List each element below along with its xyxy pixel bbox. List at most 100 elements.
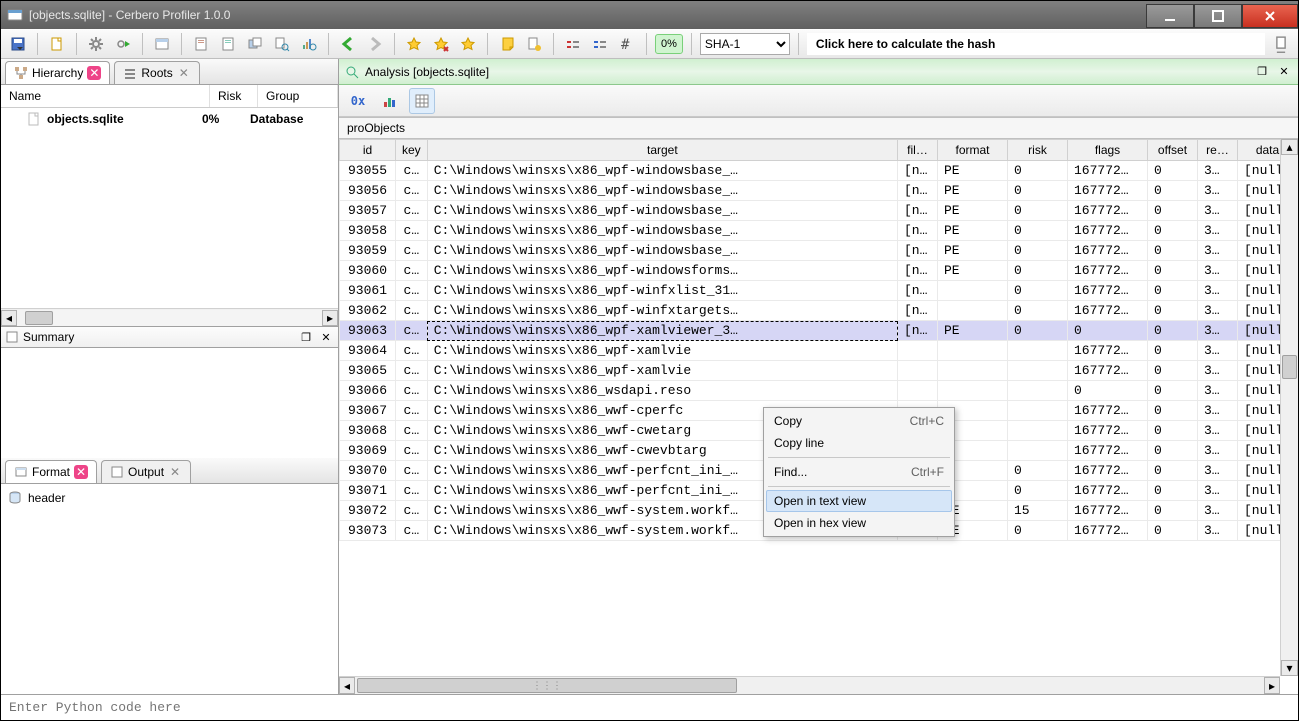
- cell-key[interactable]: c…: [396, 361, 428, 381]
- cell-re[interactable]: 3…: [1198, 381, 1238, 401]
- cell-offset[interactable]: 0: [1148, 401, 1198, 421]
- cell-risk[interactable]: [1008, 341, 1068, 361]
- cell-target[interactable]: C:\Windows\winsxs\x86_wpf-windowsbase_…: [427, 201, 897, 221]
- hierarchy-hscroll[interactable]: ◂ ▸: [1, 308, 338, 326]
- cell-re[interactable]: 3…: [1198, 501, 1238, 521]
- cell-fil[interactable]: [898, 361, 938, 381]
- col-target[interactable]: target: [427, 140, 897, 161]
- table-row[interactable]: 93066c…C:\Windows\winsxs\x86_wsdapi.reso…: [340, 381, 1298, 401]
- cell-risk[interactable]: [1008, 421, 1068, 441]
- table-row[interactable]: 93057c…C:\Windows\winsxs\x86_wpf-windows…: [340, 201, 1298, 221]
- cell-flags[interactable]: 167772…: [1068, 161, 1148, 181]
- cell-offset[interactable]: 0: [1148, 161, 1198, 181]
- close-button[interactable]: [1242, 4, 1298, 28]
- scroll-up-icon[interactable]: ▴: [1281, 139, 1298, 155]
- cell-fil[interactable]: [898, 341, 938, 361]
- cell-key[interactable]: c…: [396, 421, 428, 441]
- cell-fil[interactable]: [n…: [898, 301, 938, 321]
- analysis-restore-icon[interactable]: ❐: [1254, 64, 1270, 80]
- cell-fil[interactable]: [898, 381, 938, 401]
- table-row[interactable]: 93059c…C:\Windows\winsxs\x86_wpf-windows…: [340, 241, 1298, 261]
- cell-target[interactable]: C:\Windows\winsxs\x86_wpf-winfxlist_31…: [427, 281, 897, 301]
- cell-risk[interactable]: 0: [1008, 321, 1068, 341]
- cell-key[interactable]: c…: [396, 441, 428, 461]
- table-row[interactable]: 93055c…C:\Windows\winsxs\x86_wpf-windows…: [340, 161, 1298, 181]
- back-button[interactable]: [337, 33, 359, 55]
- col-format[interactable]: format: [938, 140, 1008, 161]
- cell-risk[interactable]: 0: [1008, 161, 1068, 181]
- cell-flags[interactable]: 167772…: [1068, 461, 1148, 481]
- col-id[interactable]: id: [340, 140, 396, 161]
- cell-key[interactable]: c…: [396, 301, 428, 321]
- cell-format[interactable]: PE: [938, 261, 1008, 281]
- maximize-button[interactable]: [1194, 4, 1242, 28]
- cell-offset[interactable]: 0: [1148, 361, 1198, 381]
- tab-format-close-icon[interactable]: ✕: [74, 465, 88, 479]
- cell-key[interactable]: c…: [396, 321, 428, 341]
- cell-re[interactable]: 3…: [1198, 181, 1238, 201]
- scrollbar-thumb[interactable]: [25, 311, 53, 325]
- tab-hierarchy[interactable]: Hierarchy ✕: [5, 61, 110, 84]
- scroll-down-icon[interactable]: ▾: [1281, 660, 1298, 676]
- cell-flags[interactable]: 167772…: [1068, 221, 1148, 241]
- cell-flags[interactable]: 167772…: [1068, 181, 1148, 201]
- table-row[interactable]: 93056c…C:\Windows\winsxs\x86_wpf-windows…: [340, 181, 1298, 201]
- cell-risk[interactable]: 0: [1008, 181, 1068, 201]
- table-row[interactable]: 93062c…C:\Windows\winsxs\x86_wpf-winfxta…: [340, 301, 1298, 321]
- cell-risk[interactable]: [1008, 361, 1068, 381]
- cell-key[interactable]: c…: [396, 261, 428, 281]
- cell-offset[interactable]: 0: [1148, 501, 1198, 521]
- cell-key[interactable]: c…: [396, 181, 428, 201]
- scrollbar-thumb[interactable]: [1282, 355, 1297, 379]
- cell-format[interactable]: PE: [938, 181, 1008, 201]
- cell-format[interactable]: PE: [938, 241, 1008, 261]
- col-key[interactable]: key: [396, 140, 428, 161]
- cell-key[interactable]: c…: [396, 521, 428, 541]
- doc-button-1[interactable]: [190, 33, 212, 55]
- dock-close-icon[interactable]: ✕: [318, 329, 334, 345]
- cell-id[interactable]: 93062: [340, 301, 396, 321]
- table-vscroll[interactable]: ▴ ▾: [1280, 139, 1298, 676]
- ctx-open-hex[interactable]: Open in hex view: [766, 512, 952, 534]
- elevate-button[interactable]: [496, 33, 518, 55]
- hierarchy-row[interactable]: objects.sqlite 0% Database: [1, 108, 338, 130]
- table-row[interactable]: 93065c…C:\Windows\winsxs\x86_wpf-xamlvie…: [340, 361, 1298, 381]
- cell-flags[interactable]: 0: [1068, 381, 1148, 401]
- cell-re[interactable]: 3…: [1198, 301, 1238, 321]
- hash-algo-select[interactable]: SHA-1: [700, 33, 790, 55]
- tab-hierarchy-close-icon[interactable]: ✕: [87, 66, 101, 80]
- cell-risk[interactable]: [1008, 401, 1068, 421]
- cell-key[interactable]: c…: [396, 341, 428, 361]
- cell-id[interactable]: 93061: [340, 281, 396, 301]
- cell-format[interactable]: [938, 341, 1008, 361]
- cell-risk[interactable]: [1008, 381, 1068, 401]
- marker-blue-button[interactable]: [589, 33, 611, 55]
- cell-re[interactable]: 3…: [1198, 241, 1238, 261]
- cell-flags[interactable]: 167772…: [1068, 481, 1148, 501]
- cell-flags[interactable]: 167772…: [1068, 201, 1148, 221]
- new-button[interactable]: [46, 33, 68, 55]
- cell-fil[interactable]: [n…: [898, 161, 938, 181]
- save-dropdown-button[interactable]: [7, 33, 29, 55]
- cell-offset[interactable]: 0: [1148, 481, 1198, 501]
- cell-id[interactable]: 93057: [340, 201, 396, 221]
- cell-fil[interactable]: [n…: [898, 181, 938, 201]
- cell-id[interactable]: 93067: [340, 401, 396, 421]
- cell-risk[interactable]: 0: [1008, 461, 1068, 481]
- cell-id[interactable]: 93065: [340, 361, 396, 381]
- cell-id[interactable]: 93064: [340, 341, 396, 361]
- cell-re[interactable]: 3…: [1198, 281, 1238, 301]
- cell-offset[interactable]: 0: [1148, 301, 1198, 321]
- cell-target[interactable]: C:\Windows\winsxs\x86_wpf-windowsbase_…: [427, 181, 897, 201]
- cell-format[interactable]: [938, 301, 1008, 321]
- gear-play-button[interactable]: [112, 33, 134, 55]
- gear-button[interactable]: [85, 33, 107, 55]
- column-risk[interactable]: Risk: [210, 85, 258, 107]
- col-risk[interactable]: risk: [1008, 140, 1068, 161]
- cell-risk[interactable]: [1008, 441, 1068, 461]
- cell-id[interactable]: 93056: [340, 181, 396, 201]
- cell-offset[interactable]: 0: [1148, 421, 1198, 441]
- column-group[interactable]: Group: [258, 85, 338, 107]
- table-row[interactable]: 93058c…C:\Windows\winsxs\x86_wpf-windows…: [340, 221, 1298, 241]
- marker-red-button[interactable]: [562, 33, 584, 55]
